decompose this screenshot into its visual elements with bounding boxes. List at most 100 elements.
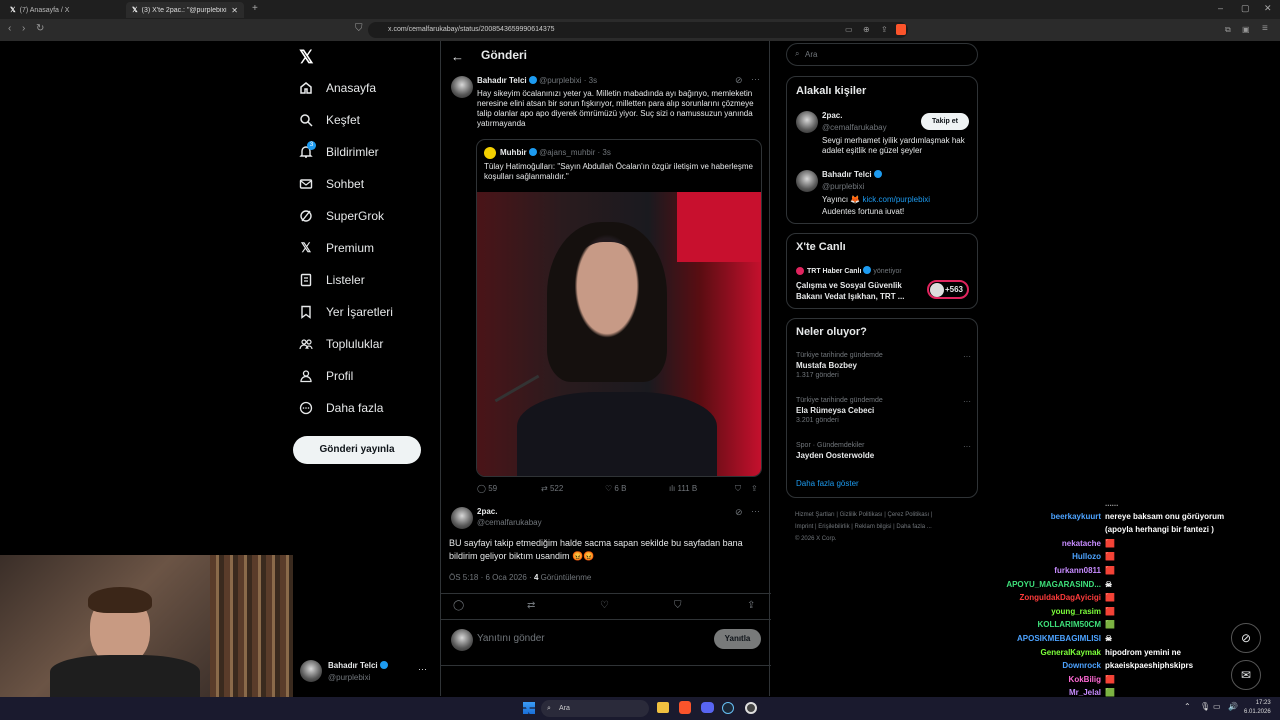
nav-item-profile[interactable]: Profil — [298, 364, 353, 388]
nav-item-lists[interactable]: Listeler — [298, 268, 365, 292]
share-page-icon[interactable]: ⇪ — [881, 25, 888, 34]
nav-item-notifications[interactable]: 3 Bildirimler — [298, 140, 379, 164]
footer-link[interactable]: Reklam bilgisi — [855, 524, 892, 530]
grok-icon[interactable]: ⊘ — [1231, 623, 1261, 653]
view-count[interactable]: ılı 111 B — [669, 484, 697, 493]
person-name[interactable]: 2pac. — [822, 111, 842, 120]
bookmark-page-icon[interactable]: ⛉ — [355, 23, 363, 34]
steam-icon[interactable] — [722, 702, 734, 714]
footer-link[interactable]: Imprint — [795, 524, 813, 530]
bio-link[interactable]: kick.com/purplebixi — [863, 195, 931, 204]
wallet-icon[interactable]: ▣ — [1242, 25, 1250, 34]
account-switcher[interactable]: Bahadır Telci @purplebixi ··· — [298, 658, 434, 686]
footer-link[interactable]: Çerez Politikası — [888, 512, 930, 518]
grok-icon[interactable]: ⊘ — [735, 507, 743, 518]
retweet-icon[interactable]: ⇄ — [527, 600, 535, 611]
reply-button[interactable]: Yanıtla — [714, 629, 761, 649]
discord-icon[interactable] — [701, 702, 714, 713]
post-button[interactable]: Gönderi yayınla — [293, 436, 421, 464]
minimize-button[interactable]: – — [1218, 3, 1223, 13]
footer-link[interactable]: Gizlilik Politikası — [840, 512, 883, 518]
search-field[interactable]: ⌕ Ara — [786, 43, 978, 66]
back-icon[interactable]: ‹ — [8, 23, 11, 34]
url-field[interactable]: x.com/cemalfarukabay/status/200854365999… — [368, 22, 908, 38]
speaker-icon[interactable]: 🔊 — [1228, 702, 1238, 711]
live-listeners-badge[interactable]: +563 — [927, 280, 969, 299]
zoom-icon[interactable]: ⊕ — [863, 25, 870, 34]
x-logo-icon[interactable]: 𝕏 — [299, 47, 314, 68]
more-icon[interactable]: ··· — [751, 74, 760, 84]
more-icon[interactable]: ··· — [963, 442, 971, 451]
maximize-button[interactable]: ▢ — [1241, 3, 1250, 14]
trend-item[interactable]: Spor · Gündemdekiler Jayden Oosterwolde … — [796, 442, 971, 460]
footer-link[interactable]: Erişilebilirlik — [818, 524, 849, 530]
live-title[interactable]: Çalışma ve Sosyal Güvenlik Bakanı Vedat … — [796, 280, 916, 302]
forward-icon[interactable]: › — [22, 23, 25, 34]
more-icon[interactable]: ··· — [751, 506, 760, 516]
clock[interactable]: 17:23 6.01.2026 — [1244, 699, 1271, 717]
microphone-icon[interactable]: 🎙 — [1200, 702, 1210, 711]
new-tab-button[interactable]: + — [252, 3, 258, 14]
extensions-icon[interactable]: ⧉ — [1225, 25, 1231, 35]
share-icon[interactable]: ▭ — [845, 25, 853, 34]
show-more-link[interactable]: Daha fazla göster — [796, 479, 859, 488]
reply-input[interactable]: Yanıtını gönder — [477, 633, 545, 644]
quote-photo-image[interactable] — [477, 192, 761, 476]
like-count-value: 6 B — [614, 484, 627, 493]
menu-icon[interactable]: ≡ — [1262, 23, 1268, 34]
divider — [441, 665, 771, 666]
nav-item-explore[interactable]: Keşfet — [298, 108, 360, 132]
grok-icon[interactable]: ⊘ — [735, 75, 743, 86]
footer-link[interactable]: Daha fazla ... — [896, 524, 931, 530]
nav-item-more[interactable]: Daha fazla — [298, 396, 383, 420]
tray-chevron-icon[interactable]: ⌃ — [1184, 702, 1191, 711]
verified-badge-icon — [863, 266, 872, 274]
bookmark-icon[interactable]: ⛉ — [674, 600, 682, 611]
reply-count[interactable]: ◯ 59 — [477, 484, 497, 493]
back-arrow-icon[interactable]: ← — [451, 49, 464, 64]
nav-item-bookmarks[interactable]: Yer İşaretleri — [298, 300, 393, 324]
taskbar-search-label: Ara — [559, 705, 570, 712]
more-icon[interactable]: ··· — [963, 352, 971, 361]
folder-icon[interactable] — [657, 702, 669, 713]
windows-start-icon[interactable] — [523, 702, 535, 714]
reload-icon[interactable]: ↻ — [36, 23, 44, 34]
trend-item[interactable]: Türkiye tarihinde gündemde Mustafa Bozbe… — [796, 352, 971, 379]
nav-item-home[interactable]: Anasayfa — [298, 76, 376, 100]
taskbar-search[interactable]: ⌕ Ara — [541, 700, 649, 717]
person-name[interactable]: Bahadır Telci — [822, 170, 872, 179]
nav-item-supergrok[interactable]: SuperGrok — [298, 204, 384, 228]
card-title: Neler oluyor? — [796, 326, 867, 338]
x-logo-icon: 𝕏 — [10, 7, 16, 14]
reply-icon[interactable]: ◯ — [453, 600, 464, 611]
network-icon[interactable]: ▭ — [1213, 702, 1221, 711]
brave-shield-icon[interactable] — [896, 24, 906, 35]
retweet-count[interactable]: ⇄ 522 — [541, 484, 563, 493]
divider — [441, 593, 771, 594]
quoted-tweet[interactable]: Muhbir @ajans_muhbir · 3s Tülay Hatimoğu… — [476, 139, 762, 477]
chat-message: ZonguldakDagAyicigi 🟥 — [930, 593, 1250, 606]
browser-tab[interactable]: 𝕏 (7) Anasayfa / X — [4, 2, 122, 18]
window-close-button[interactable]: ✕ — [1264, 3, 1272, 14]
follow-button[interactable]: Takip et — [921, 113, 969, 130]
share-icon[interactable]: ⇪ — [747, 600, 755, 611]
like-count[interactable]: ♡ 6 B — [605, 484, 626, 493]
browser-tab-active[interactable]: 𝕏 (3) X'te 2pac.: "@purplebixi BU s... ✕ — [126, 2, 244, 18]
heart-icon[interactable]: ♡ — [600, 600, 609, 611]
close-icon[interactable]: ✕ — [231, 6, 238, 15]
divider — [441, 619, 771, 620]
live-card: X'te Canlı TRT Haber Canlı yönetiyor Çal… — [786, 233, 978, 309]
nav-item-chat[interactable]: Sohbet — [298, 172, 364, 196]
footer-link[interactable]: Hizmet Şartları — [795, 512, 835, 518]
obs-icon[interactable] — [745, 702, 757, 714]
chat-message: young_rasim 🟥 — [930, 607, 1250, 620]
brave-icon[interactable] — [679, 701, 691, 714]
messages-icon[interactable]: ✉ — [1231, 660, 1261, 690]
nav-item-premium[interactable]: 𝕏 Premium — [298, 236, 374, 260]
chat-username: Hullozo — [1072, 552, 1101, 561]
share-icon[interactable]: ⇪ — [751, 484, 758, 493]
bookmark-icon[interactable]: ⛉ — [735, 484, 741, 494]
more-icon[interactable]: ··· — [963, 397, 971, 406]
trend-item[interactable]: Türkiye tarihinde gündemde Ela Rümeysa C… — [796, 397, 971, 424]
nav-item-communities[interactable]: Topluluklar — [298, 332, 383, 356]
